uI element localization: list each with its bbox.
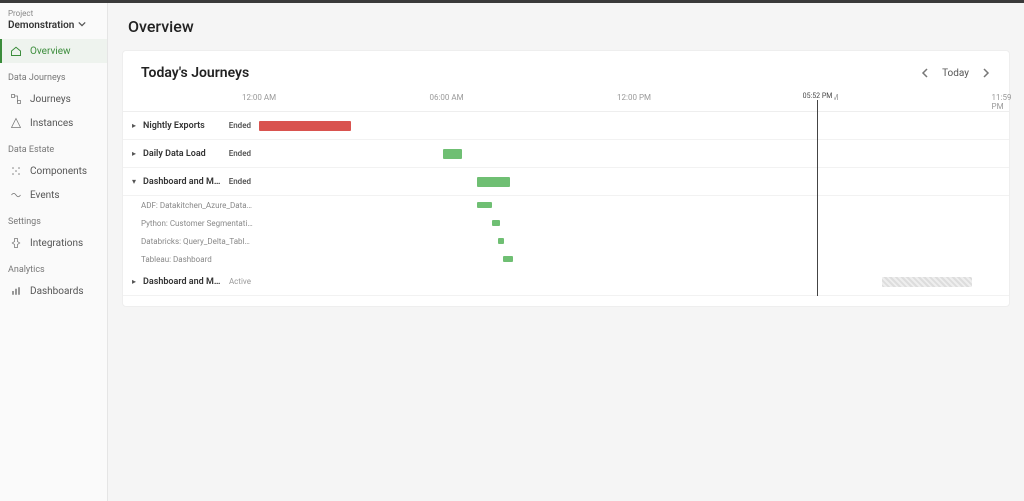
date-label: Today [942,68,969,79]
nav-label: Overview [30,46,71,57]
journey-bar[interactable] [259,121,351,131]
components-icon [10,165,22,177]
project-selector[interactable]: Demonstration [0,18,107,39]
instances-icon [10,117,22,129]
journey-name: Tableau: Dashboard [141,255,253,264]
now-label: 05:52 PM [801,92,835,100]
journey-bar[interactable] [443,149,462,159]
nav-journeys[interactable]: Journeys [0,87,107,111]
page-title: Overview [108,3,1024,50]
journey-name: Databricks: Query_Delta_Table_Note… [141,237,253,246]
tick-label: 11:59 PM [992,93,1012,111]
nav-label: Integrations [30,238,83,249]
journey-name: Daily Data Load [143,149,225,159]
project-label: Project [0,7,107,18]
tick-label: 06:00 AM [429,93,463,102]
prev-day-button[interactable] [920,68,930,78]
journey-name: Python: Customer Segmentation [141,219,253,228]
nav-dashboards[interactable]: Dashboards [0,279,107,303]
journey-status: Active [229,277,253,286]
nav-integrations[interactable]: Integrations [0,231,107,255]
expander-icon[interactable]: ▸ [129,277,139,286]
integrations-icon [10,237,22,249]
next-day-button[interactable] [981,68,991,78]
journey-bar[interactable] [477,177,510,187]
nav-label: Instances [30,118,73,129]
nav-instances[interactable]: Instances [0,111,107,135]
section-settings: Settings [0,207,107,231]
journey-row[interactable]: Python: Customer Segmentation [123,214,1009,232]
journeys-icon [10,93,22,105]
journey-status: Ended [229,149,253,158]
expander-icon[interactable]: ▸ [129,121,139,130]
journey-row[interactable]: ▸ Dashboard and Mode… Active [123,268,1009,296]
expander-icon[interactable]: ▾ [129,177,139,186]
nav-label: Dashboards [30,286,84,297]
nav-label: Events [30,190,60,201]
home-icon [10,45,22,57]
journey-name: ADF: Datakitchen_Azure_Data_Facto… [141,201,253,210]
journey-name: Dashboard and Mode… [143,277,225,287]
card-title: Today's Journeys [141,65,249,81]
journey-row[interactable]: Databricks: Query_Delta_Table_Note… [123,232,1009,250]
main: Overview Today's Journeys Today [108,3,1024,501]
journey-row[interactable]: ▸ Daily Data Load Ended [123,140,1009,168]
nav-components[interactable]: Components [0,159,107,183]
journey-bar[interactable] [477,202,492,208]
journey-row[interactable]: Tableau: Dashboard [123,250,1009,268]
journeys-card: Today's Journeys Today 12:00 AM [122,50,1010,307]
section-analytics: Analytics [0,255,107,279]
now-marker: 05:52 PM [817,94,818,296]
section-data-journeys: Data Journeys [0,63,107,87]
journey-bar[interactable] [498,238,505,244]
journey-bar[interactable] [503,256,513,262]
journey-rows: ▸ Nightly Exports Ended ▸ Daily Data Load End… [123,111,1009,296]
journey-row[interactable]: ▸ Nightly Exports Ended [123,112,1009,140]
expander-icon[interactable]: ▸ [129,149,139,158]
section-data-estate: Data Estate [0,135,107,159]
journey-name: Dashboard and Mode… [143,177,225,187]
journey-row[interactable]: ADF: Datakitchen_Azure_Data_Facto… [123,196,1009,214]
tick-label: 12:00 PM [617,93,651,102]
dashboards-icon [10,285,22,297]
journey-name: Nightly Exports [143,121,225,131]
nav-events[interactable]: Events [0,183,107,207]
tick-label: 12:00 AM [242,93,276,102]
journey-status: Ended [229,121,253,130]
date-nav: Today [920,68,991,79]
sidebar: Project Demonstration Overview Data Jour… [0,3,108,501]
journey-bar[interactable] [882,277,972,287]
nav-overview[interactable]: Overview [0,39,107,63]
journey-row[interactable]: ▾ Dashboard and Mode… Ended [123,168,1009,196]
journey-status: Ended [229,177,253,186]
nav-label: Components [30,166,87,177]
journey-bar[interactable] [492,220,500,226]
project-name: Demonstration [8,20,74,31]
nav-label: Journeys [30,94,71,105]
events-icon [10,189,22,201]
caret-down-icon [78,20,86,31]
